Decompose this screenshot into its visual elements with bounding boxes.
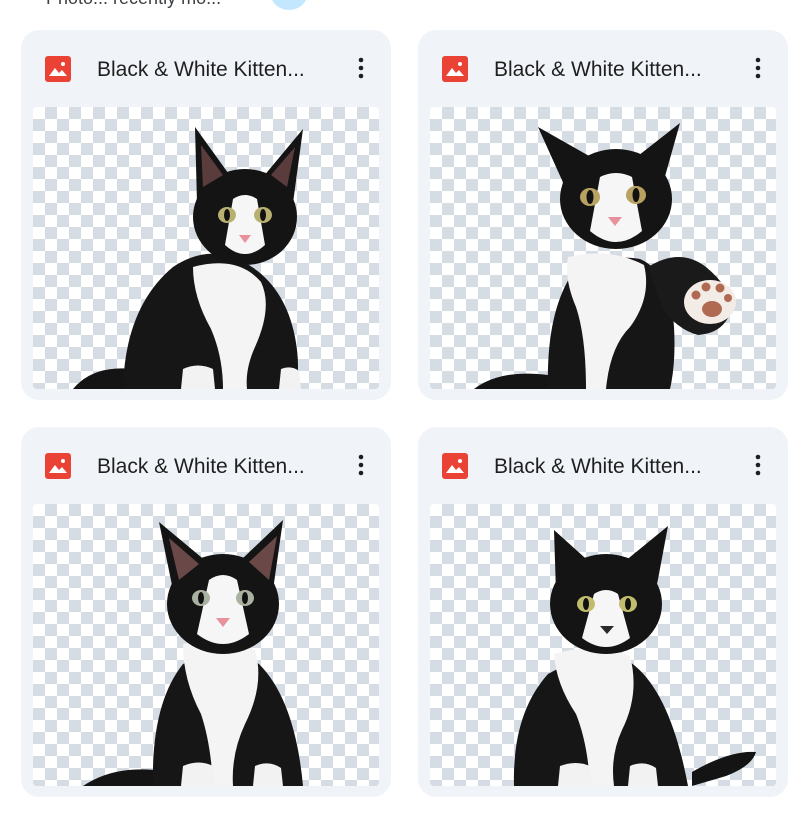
file-thumbnail[interactable] xyxy=(430,504,776,786)
more-vert-icon xyxy=(755,57,761,79)
file-card-header: Black & White Kitten... xyxy=(21,427,391,503)
file-title[interactable]: Black & White Kitten... xyxy=(494,57,734,83)
file-card-header: Black & White Kitten... xyxy=(418,427,788,503)
file-title[interactable]: Black & White Kitten... xyxy=(494,454,734,480)
file-thumbnail[interactable] xyxy=(33,107,379,389)
file-card[interactable]: Black & White Kitten... xyxy=(21,30,391,400)
more-vert-icon xyxy=(358,454,364,476)
image-file-icon xyxy=(442,56,468,82)
kitten-image xyxy=(513,526,756,786)
file-grid: Black & White Kitten... Black & White Ki… xyxy=(0,0,802,814)
file-card-header: Black & White Kitten... xyxy=(21,30,391,106)
file-thumbnail[interactable] xyxy=(33,504,379,786)
file-card[interactable]: Black & White Kitten... xyxy=(418,30,788,400)
file-title[interactable]: Black & White Kitten... xyxy=(97,57,337,83)
more-options-button[interactable] xyxy=(343,447,379,483)
file-card-header: Black & White Kitten... xyxy=(418,30,788,106)
kitten-image xyxy=(83,520,303,786)
file-card[interactable]: Black & White Kitten... xyxy=(418,427,788,797)
kitten-image xyxy=(73,127,303,389)
kitten-image xyxy=(474,123,736,389)
file-card[interactable]: Black & White Kitten... xyxy=(21,427,391,797)
image-file-icon xyxy=(45,56,71,82)
image-file-icon xyxy=(45,453,71,479)
image-file-icon xyxy=(442,453,468,479)
file-title[interactable]: Black & White Kitten... xyxy=(97,454,337,480)
more-options-button[interactable] xyxy=(740,50,776,86)
more-vert-icon xyxy=(755,454,761,476)
more-options-button[interactable] xyxy=(740,447,776,483)
more-options-button[interactable] xyxy=(343,50,379,86)
file-thumbnail[interactable] xyxy=(430,107,776,389)
more-vert-icon xyxy=(358,57,364,79)
